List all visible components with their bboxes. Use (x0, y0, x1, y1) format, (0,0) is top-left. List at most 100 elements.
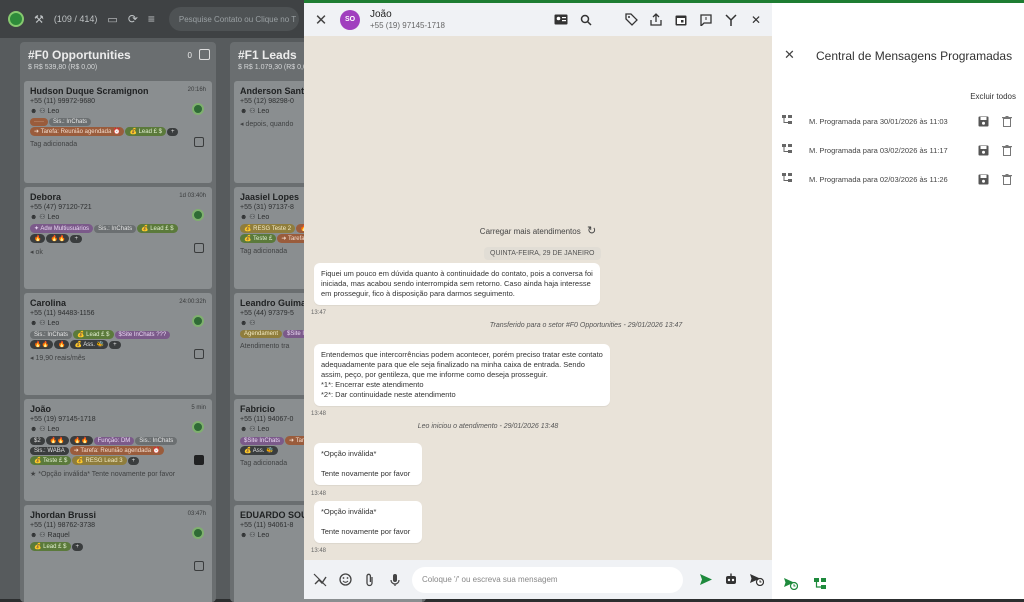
emoji-icon[interactable] (337, 572, 353, 588)
tag-chip[interactable]: $Site InChats (240, 437, 285, 445)
chat-icon[interactable]: ▭ (107, 13, 117, 26)
tag-chip[interactable]: 🔥 (30, 234, 46, 243)
card-select-checkbox[interactable] (194, 137, 204, 147)
date-badge: QUINTA-FEIRA, 29 DE JANEIRO (484, 247, 601, 260)
contact-card[interactable]: Hudson Duque Scramignon +55 (11) 99972-9… (24, 81, 212, 183)
delete-icon[interactable] (1000, 114, 1014, 128)
tag-chip[interactable]: 💰 RESG Lead 3 (72, 456, 127, 465)
tag-chip[interactable]: 💰 Lead £ $ (125, 127, 166, 136)
tag-chip[interactable]: 🔥 (53, 340, 70, 349)
card-phone: +55 (11) 94483-1156 (30, 310, 95, 317)
contact-card[interactable]: Carolina +55 (11) 94483-1156 ☻ ⚇ Leo Sis… (24, 293, 212, 395)
message-text: *Opção inválida* Tente novamente por fav… (321, 449, 411, 478)
tag-chip[interactable]: Sis.: InChats (30, 331, 73, 339)
messages-area: Carregar mais atendimentos ↻ QUINTA-FEIR… (304, 36, 772, 560)
tag-chip[interactable]: 🔥🔥 (30, 340, 53, 349)
save-icon[interactable] (976, 172, 990, 186)
load-more-label: Carregar mais atendimentos (479, 227, 581, 236)
card-select-checkbox[interactable] (194, 243, 204, 253)
tag-chip[interactable]: 💰 Lead £ $ (137, 224, 178, 233)
save-icon[interactable] (976, 143, 990, 157)
card-select-checkbox[interactable] (194, 455, 204, 465)
tag-chip[interactable]: ····· (30, 118, 48, 126)
status-indicator (192, 315, 204, 327)
tag-chip[interactable]: ➜ Tarefa: Reunião agendada ⏰ (30, 127, 125, 136)
contact-card[interactable]: Jhordan Brussi +55 (11) 98762-3738 ☻ ⚇ R… (24, 505, 212, 602)
column-select-checkbox[interactable] (199, 49, 210, 60)
message-text: Fiquei um pouco em dúvida quanto à conti… (321, 269, 593, 298)
card-select-checkbox[interactable] (194, 349, 204, 359)
tag-chip[interactable]: Sis.: InChats (135, 437, 178, 445)
scheduled-send-icon[interactable] (782, 575, 798, 591)
share-icon[interactable] (648, 12, 664, 28)
tag-chip[interactable]: $Site InChats ??? (114, 331, 171, 339)
tag-chip[interactable]: + (71, 543, 84, 551)
contact-card-icon[interactable] (553, 12, 569, 28)
bot-icon[interactable] (723, 572, 739, 588)
card-user-name: Leo (257, 214, 270, 221)
card-name: João (30, 404, 52, 414)
save-icon[interactable] (976, 114, 990, 128)
tag-chip[interactable]: 💰 Teste £ $ (30, 456, 72, 465)
search-messages-icon[interactable] (578, 12, 594, 28)
send-icon[interactable] (698, 572, 714, 588)
tag-chip[interactable]: Sis.: WABA (30, 447, 69, 455)
card-user-name: Leo (257, 532, 270, 539)
merge-icon[interactable] (723, 12, 739, 28)
avatar: SO (340, 9, 360, 30)
microphone-icon[interactable] (387, 572, 403, 588)
tag-chip[interactable]: 🔥🔥 (45, 436, 69, 445)
card-name: Hudson Duque Scramignon (30, 86, 149, 96)
tag-chip[interactable]: 💰 Ass. 🐝 (70, 340, 109, 349)
close-panel-icon[interactable]: ✕ (784, 47, 795, 63)
quick-reply-off-icon[interactable] (312, 572, 328, 588)
attach-icon[interactable] (362, 572, 378, 588)
delete-all-button[interactable]: Excluir todos (970, 92, 1016, 101)
tag-chip[interactable]: 🔥🔥 (46, 234, 70, 243)
tag-chip[interactable]: Sis.: InChats (49, 118, 92, 126)
tag-chip[interactable]: + (109, 341, 121, 349)
tag-chip[interactable]: + (166, 128, 179, 136)
tag-chip[interactable]: Função: DM (93, 437, 135, 445)
card-tags: ····· Sis.: InChats➜ Tarefa: Reunião agen… (30, 117, 180, 136)
scheduled-message-row[interactable]: M. Programada para 30/01/2026 às 11:03 (772, 111, 1024, 131)
flow-icon[interactable] (812, 575, 828, 591)
card-select-checkbox[interactable] (194, 561, 204, 571)
scheduled-send-icon[interactable] (748, 572, 764, 588)
search-box[interactable]: Pesquise Contato ou Clique no T (168, 7, 299, 31)
tag-chip[interactable]: + (70, 235, 82, 243)
contact-card[interactable]: Debora +55 (47) 97120-721 ☻ ⚇ Leo ✦ Adw … (24, 187, 212, 289)
contact-card[interactable]: João +55 (19) 97145-1718 ☻ ⚇ Leo $2 🔥🔥 🔥🔥 F… (24, 399, 212, 501)
scheduled-message-row[interactable]: M. Programada para 03/02/2026 às 11:17 (772, 140, 1024, 160)
message-time: 13:48 (311, 491, 327, 497)
load-more-button[interactable]: Carregar mais atendimentos ↻ (304, 224, 772, 237)
tag-chip[interactable]: Sis.: InChats (94, 225, 137, 233)
message-time: 13:47 (311, 310, 327, 316)
user-icon: ☻ ⚇ (240, 108, 258, 115)
tag-icon[interactable] (623, 12, 639, 28)
calendar-icon[interactable] (673, 12, 689, 28)
feedback-icon[interactable] (698, 12, 714, 28)
panel-title: Central de Mensagens Programadas (816, 49, 1013, 63)
close-chat-icon[interactable]: ✕ (312, 11, 330, 29)
tag-chip[interactable]: 💰 Teste £ (240, 234, 277, 243)
message-input[interactable] (412, 566, 683, 593)
tag-chip[interactable]: 💰 Lead £ $ (30, 542, 71, 551)
delete-icon[interactable] (1000, 143, 1014, 157)
refresh-icon[interactable]: ⟳ (128, 12, 138, 26)
tag-chip[interactable]: + (127, 457, 140, 465)
tag-chip[interactable]: ➜ Tarefa: Reunião agendada ⏰ (69, 446, 165, 455)
tag-chip[interactable]: ✦ Adw Multiusuários (30, 224, 94, 233)
filter-icon[interactable]: ≡ (148, 12, 155, 26)
delete-icon[interactable] (1000, 172, 1014, 186)
tag-chip[interactable]: 🔥🔥 (69, 436, 93, 445)
tag-chip[interactable]: $2 (30, 437, 45, 445)
tag-chip[interactable]: 💰 Ass. 🐝 (240, 446, 278, 455)
tag-chip[interactable]: 💰 Lead £ $ (73, 330, 114, 339)
tag-chip[interactable]: Agendament (240, 330, 283, 338)
filter-users-icon[interactable]: ⚒ (34, 13, 44, 26)
column-total: $ R$ 539,80 (R$ 0,00) (28, 64, 98, 71)
close-icon[interactable]: ✕ (748, 12, 764, 28)
tag-chip[interactable]: 💰 RESG Teste 2 (240, 224, 296, 233)
scheduled-message-row[interactable]: M. Programada para 02/03/2026 às 11:26 (772, 169, 1024, 189)
